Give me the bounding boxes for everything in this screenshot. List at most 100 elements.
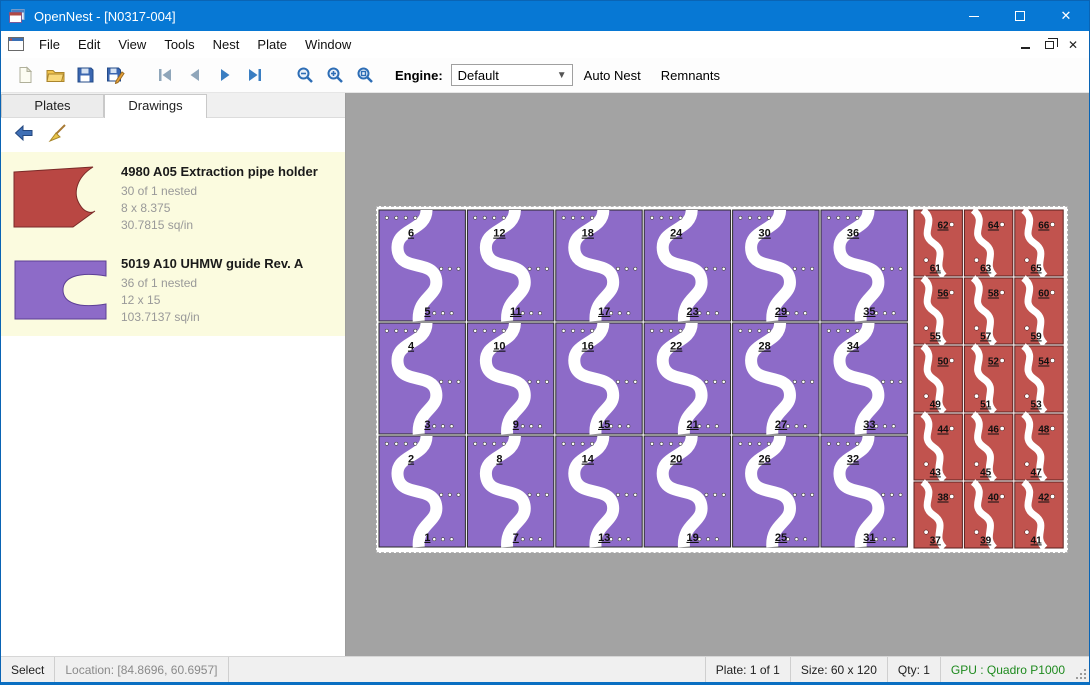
plate-sheet[interactable]: 6512111817242330293635431091615222128273… xyxy=(376,206,1068,553)
next-plate-button[interactable] xyxy=(211,61,239,89)
app-window: OpenNest - [N0317-004] ✕ File Edit View … xyxy=(0,0,1090,685)
list-item[interactable]: 5019 A10 UHMW guide Rev. A 36 of 1 neste… xyxy=(1,244,345,336)
menu-tools[interactable]: Tools xyxy=(155,32,203,57)
svg-text:15: 15 xyxy=(598,419,610,431)
import-drawing-button[interactable] xyxy=(13,123,35,148)
next-arrow-icon xyxy=(216,67,234,83)
svg-text:16: 16 xyxy=(582,341,594,353)
resize-grip[interactable] xyxy=(1075,657,1089,682)
svg-text:29: 29 xyxy=(775,306,787,318)
mdi-restore-button[interactable] xyxy=(1037,31,1061,58)
nest-canvas[interactable]: 6512111817242330293635431091615222128273… xyxy=(346,93,1089,656)
svg-text:10: 10 xyxy=(493,341,505,353)
sidebar-tabs: Plates Drawings xyxy=(1,93,345,118)
mdi-close-button[interactable]: ✕ xyxy=(1061,31,1085,58)
window-controls: ✕ xyxy=(951,1,1089,31)
svg-text:35: 35 xyxy=(863,306,875,318)
last-plate-button[interactable] xyxy=(241,61,269,89)
engine-select[interactable]: Default ▼ xyxy=(451,64,573,86)
svg-text:1: 1 xyxy=(424,532,430,544)
first-plate-button[interactable] xyxy=(151,61,179,89)
svg-text:2: 2 xyxy=(408,454,414,466)
menu-view[interactable]: View xyxy=(109,32,155,57)
svg-text:28: 28 xyxy=(758,341,770,353)
zoom-in-button[interactable] xyxy=(321,61,349,89)
part-meta: 4980 A05 Extraction pipe holder 30 of 1 … xyxy=(121,162,337,234)
clear-drawings-button[interactable] xyxy=(47,123,69,148)
engine-value: Default xyxy=(458,68,499,83)
list-item[interactable]: 4980 A05 Extraction pipe holder 30 of 1 … xyxy=(1,152,345,244)
last-arrow-icon xyxy=(246,67,264,83)
mdi-window-controls: ✕ xyxy=(1013,31,1089,58)
save-button[interactable] xyxy=(71,61,99,89)
part-nested-count: 36 of 1 nested xyxy=(121,275,337,292)
svg-text:59: 59 xyxy=(1031,331,1043,342)
svg-text:21: 21 xyxy=(686,419,698,431)
mdi-minimize-icon xyxy=(1021,47,1030,49)
close-button[interactable]: ✕ xyxy=(1043,1,1089,31)
open-button[interactable] xyxy=(41,61,69,89)
previous-arrow-icon xyxy=(186,67,204,83)
save-as-icon xyxy=(106,66,125,84)
svg-text:61: 61 xyxy=(930,263,942,274)
svg-text:31: 31 xyxy=(863,532,875,544)
svg-text:23: 23 xyxy=(686,306,698,318)
window-title: OpenNest - [N0317-004] xyxy=(34,9,176,24)
svg-text:9: 9 xyxy=(513,419,519,431)
menu-nest[interactable]: Nest xyxy=(204,32,249,57)
svg-text:24: 24 xyxy=(670,228,683,240)
tab-drawings[interactable]: Drawings xyxy=(104,94,207,118)
svg-text:26: 26 xyxy=(758,454,770,466)
status-mode: Select xyxy=(1,657,55,682)
svg-text:39: 39 xyxy=(980,535,992,546)
svg-text:33: 33 xyxy=(863,419,875,431)
red-part-icon xyxy=(13,166,97,230)
part-meta: 5019 A10 UHMW guide Rev. A 36 of 1 neste… xyxy=(121,254,337,326)
svg-text:11: 11 xyxy=(510,306,522,318)
status-plate: Plate: 1 of 1 xyxy=(705,657,790,682)
maximize-button[interactable] xyxy=(997,1,1043,31)
svg-text:3: 3 xyxy=(424,419,430,431)
minimize-button[interactable] xyxy=(951,1,997,31)
svg-text:27: 27 xyxy=(775,419,787,431)
auto-nest-button[interactable]: Auto Nest xyxy=(575,63,650,88)
menu-plate[interactable]: Plate xyxy=(248,32,296,57)
part-title: 4980 A05 Extraction pipe holder xyxy=(121,164,337,179)
zoom-fit-button[interactable] xyxy=(351,61,379,89)
menu-window[interactable]: Window xyxy=(296,32,360,57)
new-button[interactable] xyxy=(11,61,39,89)
svg-text:17: 17 xyxy=(598,306,610,318)
mdi-restore-icon xyxy=(1045,41,1054,49)
chevron-down-icon: ▼ xyxy=(557,70,572,81)
zoom-fit-icon xyxy=(356,66,374,84)
previous-plate-button[interactable] xyxy=(181,61,209,89)
svg-text:38: 38 xyxy=(937,493,949,504)
drawings-toolbar xyxy=(1,118,345,152)
menu-edit[interactable]: Edit xyxy=(69,32,109,57)
part-dimensions: 8 x 8.375 xyxy=(121,200,337,217)
svg-text:30: 30 xyxy=(758,228,770,240)
svg-text:41: 41 xyxy=(1031,535,1043,546)
first-arrow-icon xyxy=(156,67,174,83)
zoom-out-button[interactable] xyxy=(291,61,319,89)
svg-text:34: 34 xyxy=(847,341,860,353)
statusbar: Select Location: [84.8696, 60.6957] Plat… xyxy=(1,656,1089,682)
sidebar: Plates Drawings xyxy=(1,93,346,656)
app-icon xyxy=(9,8,27,24)
part-thumbnail-red xyxy=(13,162,121,234)
remnants-button[interactable]: Remnants xyxy=(652,63,729,88)
svg-text:42: 42 xyxy=(1038,493,1050,504)
part-area: 30.7815 sq/in xyxy=(121,217,337,234)
tab-plates[interactable]: Plates xyxy=(1,94,104,117)
menu-file[interactable]: File xyxy=(30,32,69,57)
svg-text:60: 60 xyxy=(1038,289,1050,300)
status-gpu: GPU : Quadro P1000 xyxy=(940,657,1075,682)
svg-text:45: 45 xyxy=(980,467,992,478)
mdi-minimize-button[interactable] xyxy=(1013,31,1037,58)
svg-text:43: 43 xyxy=(930,467,942,478)
minimize-icon xyxy=(969,16,979,17)
save-as-button[interactable] xyxy=(101,61,129,89)
drawings-list: 4980 A05 Extraction pipe holder 30 of 1 … xyxy=(1,152,345,656)
main-toolbar: Engine: Default ▼ Auto Nest Remnants xyxy=(1,58,1089,93)
svg-text:22: 22 xyxy=(670,341,682,353)
